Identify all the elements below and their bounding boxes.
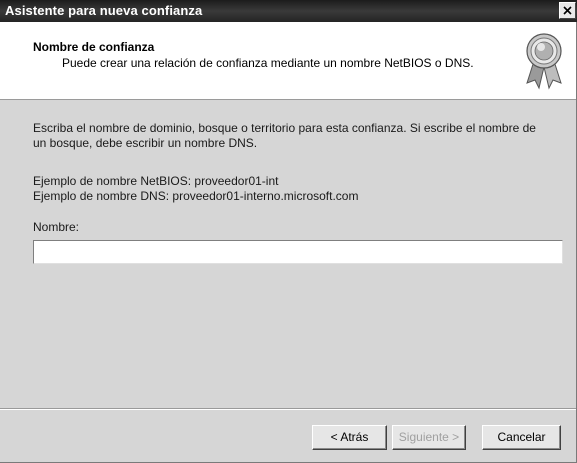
name-input[interactable] [33,240,563,264]
footer-separator [0,408,576,410]
instruction-line-2: un bosque, debe escribir un nombre DNS. [33,136,258,150]
next-button[interactable]: Siguiente > [392,425,466,450]
instruction-line-1: Escriba el nombre de dominio, bosque o t… [33,121,536,135]
cancel-button[interactable]: Cancelar [482,425,561,450]
wizard-window: Asistente para nueva confianza Nombre de… [0,0,577,463]
close-icon [563,6,572,15]
wizard-header: Nombre de confianza Puede crear una rela… [0,22,576,100]
dns-example: Ejemplo de nombre DNS: proveedor01-inter… [33,189,359,203]
name-label: Nombre: [33,220,80,234]
page-title: Nombre de confianza [33,40,155,54]
award-ribbon-icon [526,33,562,90]
title-bar[interactable]: Asistente para nueva confianza [0,0,577,22]
close-button[interactable] [559,2,576,19]
window-title: Asistente para nueva confianza [5,3,203,18]
back-button[interactable]: < Atrás [312,425,387,450]
netbios-example: Ejemplo de nombre NetBIOS: proveedor01-i… [33,174,279,188]
page-subtitle: Puede crear una relación de confianza me… [62,56,474,70]
